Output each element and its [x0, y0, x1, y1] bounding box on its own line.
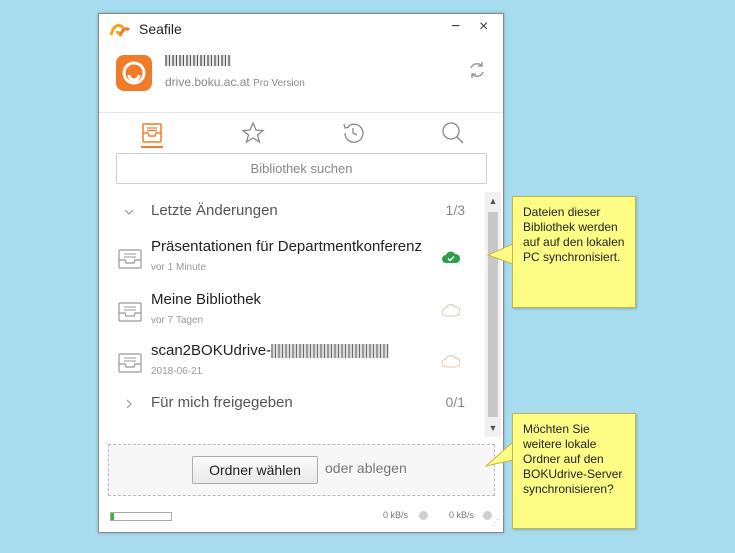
upload-status-icon: [419, 511, 428, 520]
refresh-icon[interactable]: [467, 60, 487, 80]
repo-name: Präsentationen für Departmentkonferenz: [151, 238, 422, 255]
redacted-text: [271, 344, 390, 359]
minimize-button[interactable]: −: [451, 18, 460, 36]
resize-grip-icon[interactable]: ⋰: [491, 518, 499, 527]
library-search-input[interactable]: Bibliothek suchen: [116, 153, 487, 184]
upload-rate: 0 kB/s: [383, 510, 409, 520]
libraries-tab-icon[interactable]: [138, 119, 166, 147]
list-scrollbar[interactable]: ▲ ▼: [485, 192, 501, 437]
seafile-logo-icon: [109, 23, 131, 37]
repo-time: 2018-06-21: [151, 366, 203, 377]
section-count: 1/3: [445, 202, 465, 218]
scroll-up-icon[interactable]: ▲: [485, 194, 501, 208]
seafile-avatar-icon: [122, 61, 146, 85]
search-tab-icon[interactable]: [439, 119, 467, 147]
chevron-down-icon: [124, 209, 134, 215]
callout-pointer-1: [486, 243, 514, 265]
section-label: Letzte Änderungen: [151, 202, 278, 219]
edition-label: Pro Version: [253, 78, 305, 89]
cloud-icon: [442, 355, 460, 368]
repo-name: Meine Bibliothek: [151, 291, 262, 308]
repo-item-meine-bibliothek[interactable]: Meine Bibliothek vor 7 Tagen: [99, 291, 485, 337]
repo-time: vor 1 Minute: [151, 262, 207, 273]
library-list: Letzte Änderungen 1/3 Präsentationen für…: [99, 192, 485, 437]
progress-fill: [111, 513, 114, 520]
chevron-right-icon: [126, 399, 132, 409]
tab-bar: [99, 112, 503, 153]
drop-hint: oder ablegen: [325, 460, 407, 476]
window-title: Seafile: [139, 21, 182, 37]
callout-sync-info: Dateien dieser Bibliothek werden auf auf…: [512, 196, 636, 308]
repo-time: vor 7 Tagen: [151, 315, 204, 326]
callout-add-folders: Möchten Sie weitere lokale Ordner auf de…: [512, 413, 636, 529]
scroll-down-icon[interactable]: ▼: [485, 421, 501, 435]
choose-folder-button[interactable]: Ordner wählen: [192, 456, 318, 484]
repo-item-scan2bokudrive[interactable]: scan2BOKUdrive- 2018-06-21: [99, 342, 485, 388]
account-avatar[interactable]: [116, 55, 152, 91]
section-shared-with-me[interactable]: Für mich freigegeben 0/1: [99, 394, 485, 422]
status-bar: 0 kB/s 0 kB/s ⋰: [99, 504, 503, 532]
download-rate: 0 kB/s: [449, 510, 475, 520]
cloud-synced-icon: [442, 251, 460, 263]
section-label: Für mich freigegeben: [151, 394, 293, 411]
account-server: drive.boku.ac.at Pro Version: [165, 75, 305, 89]
repo-item-praesentationen[interactable]: Präsentationen für Departmentkonferenz v…: [99, 238, 485, 284]
section-recent-changes[interactable]: Letzte Änderungen 1/3: [99, 202, 485, 230]
starred-tab-icon[interactable]: [239, 119, 267, 147]
folder-dropzone[interactable]: Ordner wählen oder ablegen: [108, 444, 495, 496]
cloud-icon: [442, 304, 460, 317]
section-count: 0/1: [445, 394, 465, 410]
history-tab-icon[interactable]: [339, 119, 367, 147]
library-icon: [118, 302, 142, 322]
account-name-redacted: [165, 55, 231, 69]
repo-name: scan2BOKUdrive-: [151, 342, 390, 359]
title-bar[interactable]: Seafile − ×: [99, 14, 503, 44]
library-icon: [118, 353, 142, 373]
account-panel: drive.boku.ac.at Pro Version: [99, 44, 503, 112]
seafile-window: Seafile − × drive.boku.ac.at Pro Version: [98, 13, 504, 533]
callout-pointer-2: [484, 440, 514, 467]
transfer-progress: [110, 512, 172, 521]
library-icon: [118, 249, 142, 269]
close-button[interactable]: ×: [479, 18, 488, 36]
active-tab-indicator: [141, 146, 163, 148]
